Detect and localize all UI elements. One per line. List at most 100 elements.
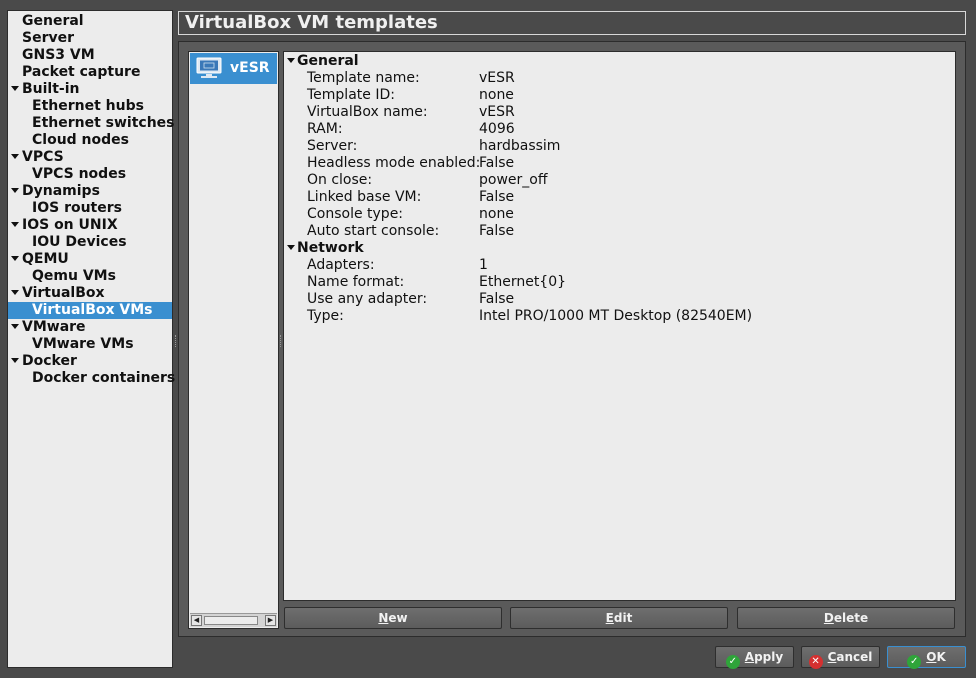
property-value: False <box>479 291 515 307</box>
expand-arrow-icon[interactable] <box>11 290 19 295</box>
template-details-tree[interactable]: General Template name: vESR Template ID: non… <box>283 51 956 601</box>
property-key: Headless mode enabled: <box>307 155 481 171</box>
ok-button[interactable]: ✓ OK <box>887 646 966 669</box>
nav-item-vpcs-nodes[interactable]: VPCS nodes <box>8 166 172 183</box>
expand-arrow-icon[interactable] <box>11 86 19 91</box>
property-key: On close: <box>307 172 373 188</box>
nav-item-label: Packet capture <box>22 64 141 80</box>
nav-item-label: VMware VMs <box>32 336 134 352</box>
nav-item-label: IOU Devices <box>32 234 127 250</box>
property-row: VirtualBox name: vESR <box>284 104 955 121</box>
page-title-text: VirtualBox VM templates <box>185 12 438 33</box>
property-key: Auto start console: <box>307 223 440 239</box>
nav-item-docker-containers[interactable]: Docker containers <box>8 370 176 387</box>
check-icon: ✓ <box>725 655 740 669</box>
property-row: Type: Intel PRO/1000 MT Desktop (82540EM) <box>284 308 955 325</box>
expand-arrow-icon[interactable] <box>11 188 19 193</box>
property-value: hardbassim <box>479 138 561 154</box>
property-row: Name format: Ethernet{0} <box>284 274 955 291</box>
property-value: none <box>479 206 514 222</box>
nav-item-label: Dynamips <box>22 183 100 199</box>
page-title: VirtualBox VM templates <box>178 11 966 35</box>
section-title: Network <box>297 240 364 256</box>
property-row: Auto start console: False <box>284 223 955 240</box>
property-key: Adapters: <box>307 257 375 273</box>
nav-item-label: Cloud nodes <box>32 132 129 148</box>
edit-button[interactable]: Edit <box>510 607 728 629</box>
nav-item-ethernet-switches[interactable]: Ethernet switches <box>8 115 175 132</box>
nav-item-vmware[interactable]: VMware <box>8 319 172 336</box>
property-row: Use any adapter: False <box>284 291 955 308</box>
nav-item-vmware-vms[interactable]: VMware VMs <box>8 336 172 353</box>
expand-arrow-icon[interactable] <box>11 358 19 363</box>
nav-item-virtualbox-vms[interactable]: VirtualBox VMs <box>8 302 172 319</box>
preferences-nav-tree[interactable]: General Server GNS3 VM Packet capture Built-… <box>7 10 176 668</box>
expand-arrow-icon[interactable] <box>11 324 19 329</box>
nav-item-label: QEMU <box>22 251 69 267</box>
nav-item-docker[interactable]: Docker <box>8 353 172 370</box>
nav-item-label: Built-in <box>22 81 80 97</box>
property-value: False <box>479 223 515 239</box>
property-value: False <box>479 189 515 205</box>
property-value: Ethernet{0} <box>479 274 567 290</box>
new-button[interactable]: New <box>284 607 502 629</box>
nav-item-label: Docker containers <box>32 370 176 386</box>
nav-item-cloud-nodes[interactable]: Cloud nodes <box>8 132 172 149</box>
property-row: Console type: none <box>284 206 955 223</box>
nav-item-label: Ethernet hubs <box>32 98 144 114</box>
scroll-right-arrow-icon[interactable]: ▶ <box>265 615 276 626</box>
nav-item-virtualbox[interactable]: VirtualBox <box>8 285 172 302</box>
section-header-network[interactable]: Network <box>284 240 955 257</box>
apply-button[interactable]: ✓ Apply <box>715 646 794 669</box>
nav-item-vpcs[interactable]: VPCS <box>8 149 172 166</box>
cancel-x-icon: ✕ <box>808 655 823 669</box>
collapse-arrow-icon[interactable] <box>287 58 295 63</box>
nav-item-built-in[interactable]: Built-in <box>8 81 172 98</box>
vm-template-list[interactable]: vESR ◀ ▶ <box>188 51 279 629</box>
nav-item-label: IOS routers <box>32 200 122 216</box>
property-row: RAM: 4096 <box>284 121 955 138</box>
nav-item-ios-routers[interactable]: IOS routers <box>8 200 172 217</box>
property-key: Template name: <box>307 70 420 86</box>
expand-arrow-icon[interactable] <box>11 256 19 261</box>
cancel-button[interactable]: ✕ Cancel <box>801 646 880 669</box>
scroll-left-arrow-icon[interactable]: ◀ <box>191 615 202 626</box>
delete-button[interactable]: Delete <box>737 607 955 629</box>
vm-list-horizontal-scrollbar[interactable]: ◀ ▶ <box>190 613 277 627</box>
vm-list-item-label: vESR <box>230 60 270 76</box>
property-value: 4096 <box>479 121 515 137</box>
nav-item-general[interactable]: General <box>8 13 172 30</box>
nav-item-qemu[interactable]: QEMU <box>8 251 172 268</box>
property-row: On close: power_off <box>284 172 955 189</box>
property-key: Name format: <box>307 274 405 290</box>
property-key: RAM: <box>307 121 343 137</box>
nav-item-qemu-vms[interactable]: Qemu VMs <box>8 268 172 285</box>
nav-item-packet-capture[interactable]: Packet capture <box>8 64 172 81</box>
property-value: False <box>479 155 515 171</box>
vm-list-item-vesr[interactable]: vESR <box>190 53 277 84</box>
section-title: General <box>297 53 359 69</box>
property-value: vESR <box>479 104 515 120</box>
property-key: Type: <box>307 308 344 324</box>
scroll-thumb[interactable] <box>204 616 258 625</box>
nav-item-iou-devices[interactable]: IOU Devices <box>8 234 172 251</box>
nav-item-ios-on-unix[interactable]: IOS on UNIX <box>8 217 172 234</box>
property-row: Linked base VM: False <box>284 189 955 206</box>
nav-item-ethernet-hubs[interactable]: Ethernet hubs <box>8 98 172 115</box>
property-value: power_off <box>479 172 548 188</box>
nav-item-label: Qemu VMs <box>32 268 116 284</box>
property-key: Use any adapter: <box>307 291 428 307</box>
nav-item-server[interactable]: Server <box>8 30 172 47</box>
section-header-general[interactable]: General <box>284 53 955 70</box>
property-value: none <box>479 87 514 103</box>
property-value: Intel PRO/1000 MT Desktop (82540EM) <box>479 308 753 324</box>
expand-arrow-icon[interactable] <box>11 222 19 227</box>
nav-item-dynamips[interactable]: Dynamips <box>8 183 172 200</box>
nav-item-label: VPCS nodes <box>32 166 127 182</box>
expand-arrow-icon[interactable] <box>11 154 19 159</box>
nav-item-label: VirtualBox VMs <box>32 302 153 318</box>
nav-item-label: VirtualBox <box>22 285 105 301</box>
collapse-arrow-icon[interactable] <box>287 245 295 250</box>
nav-item-gns3-vm[interactable]: GNS3 VM <box>8 47 172 64</box>
property-row: Server: hardbassim <box>284 138 955 155</box>
